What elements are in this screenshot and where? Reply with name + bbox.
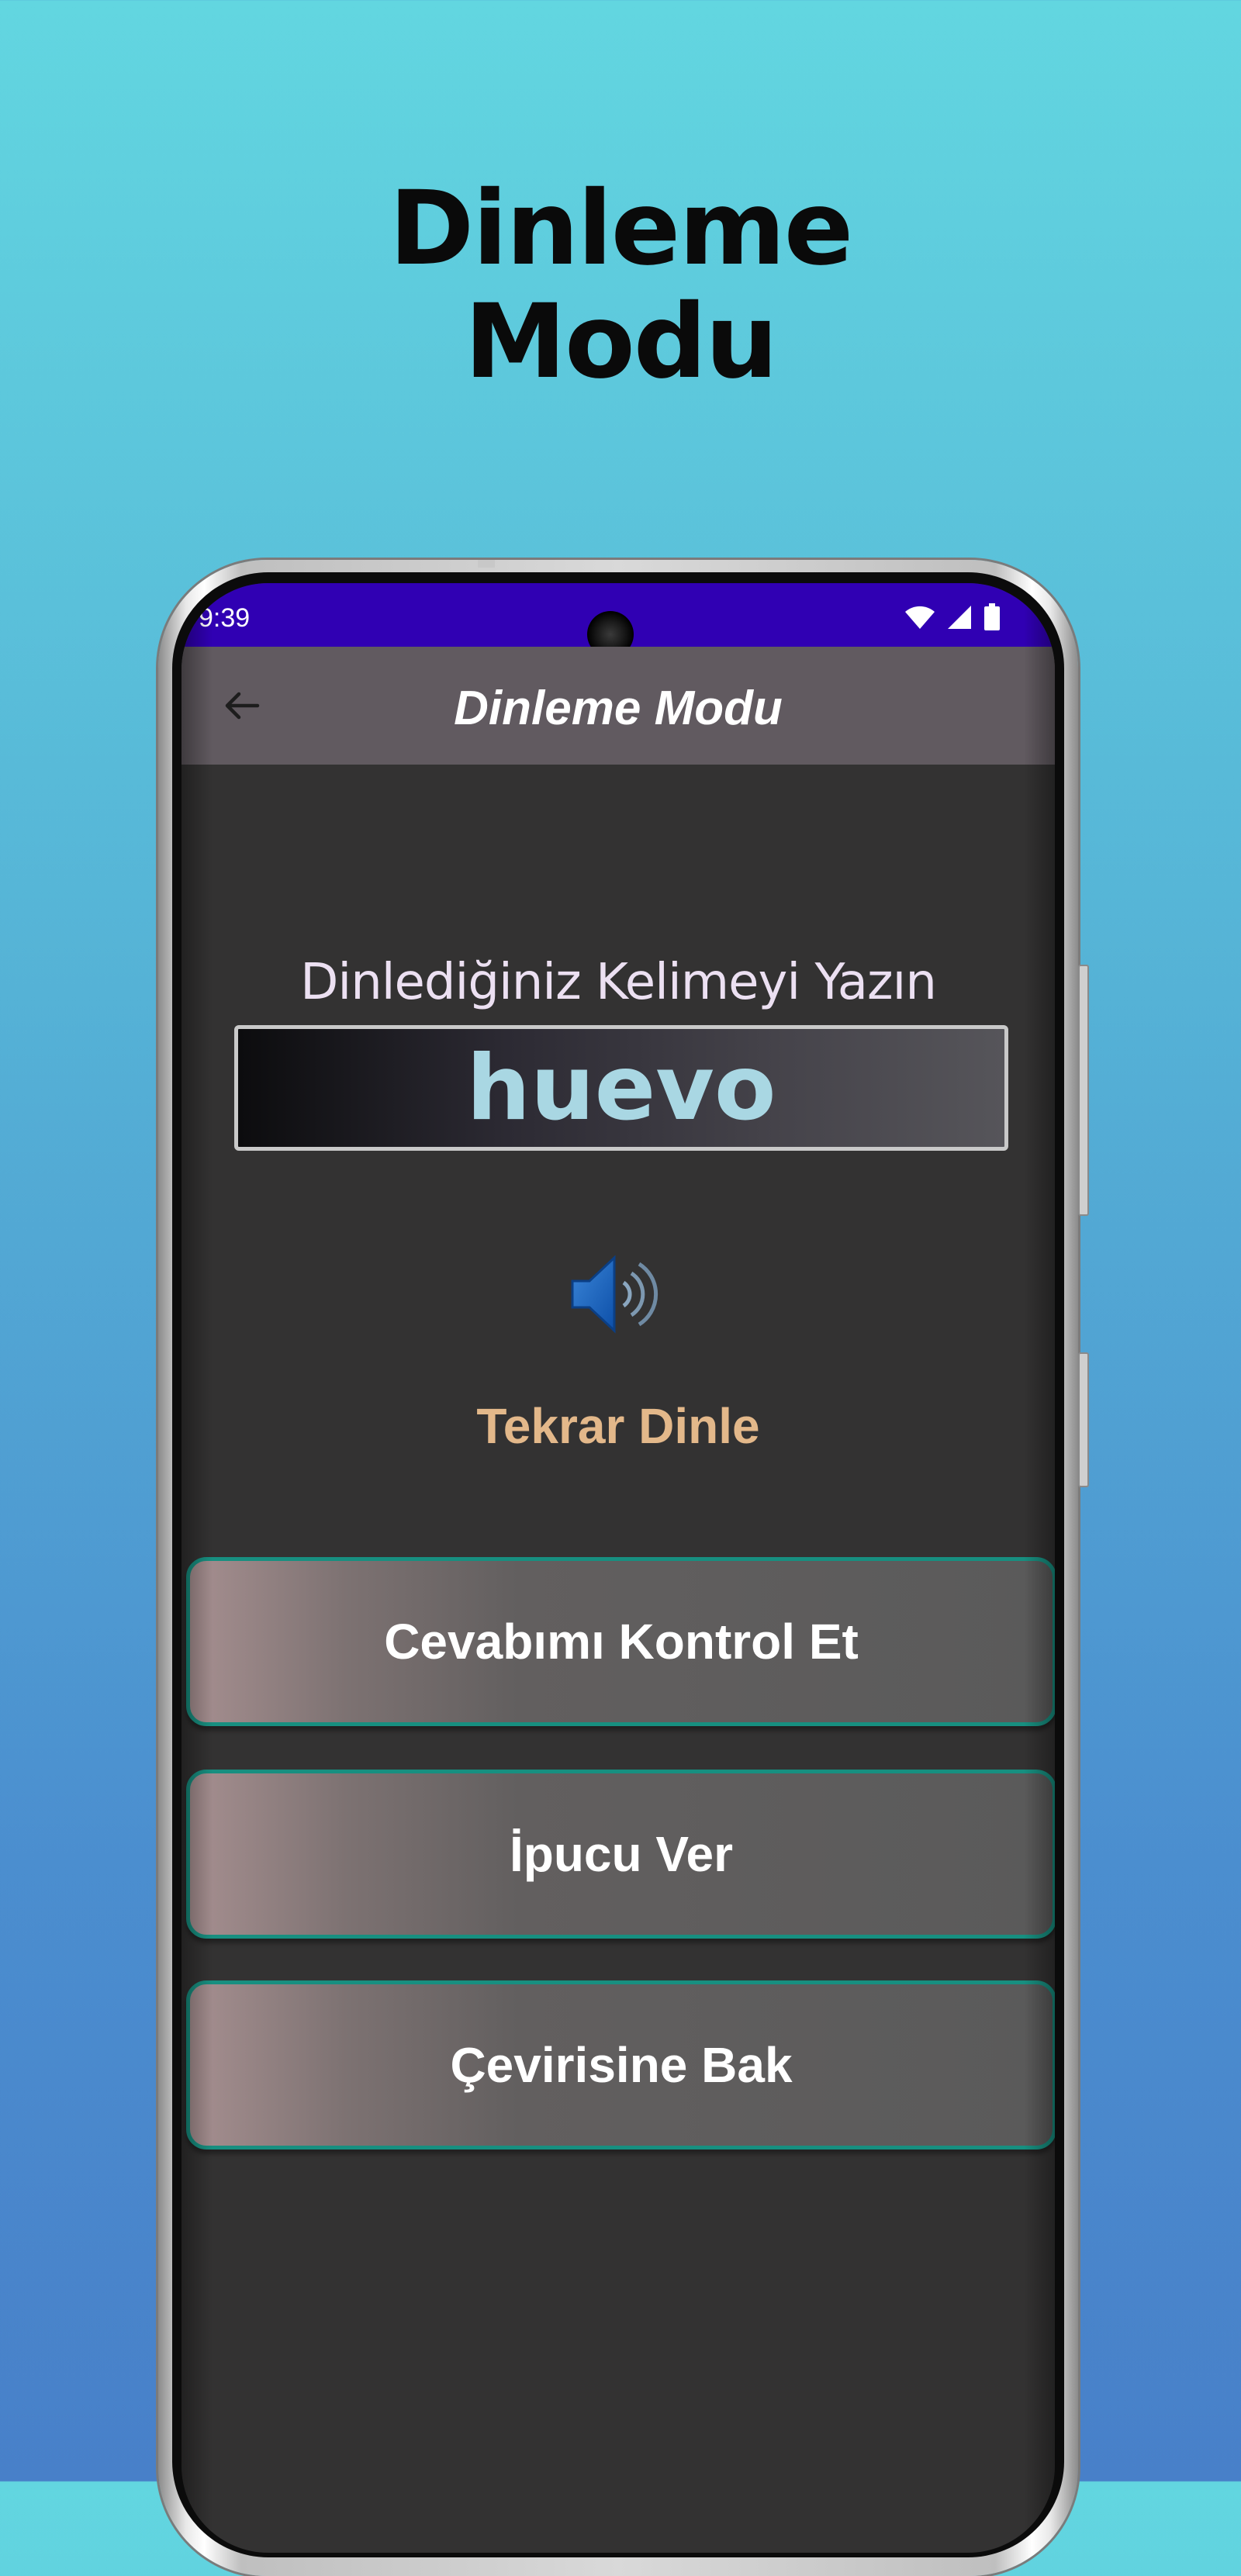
status-time: 9:39: [199, 603, 251, 633]
listen-prompt: Dinlediğiniz Kelimeyi Yazın: [300, 954, 937, 1011]
wifi-icon: [905, 606, 935, 629]
power-button: [1078, 1352, 1089, 1487]
answer-input[interactable]: huevo: [234, 1025, 1008, 1151]
status-icons: [904, 603, 1001, 631]
volume-button: [1078, 965, 1089, 1216]
app-bar: Dinleme Modu: [181, 647, 1055, 765]
promo-title: Dinleme Modu: [0, 172, 1241, 399]
promo-title-line1: Dinleme: [389, 169, 854, 288]
phone-top-seam: [478, 560, 495, 568]
replay-listen-link[interactable]: Tekrar Dinle: [181, 1397, 1055, 1455]
hint-button[interactable]: İpucu Ver: [186, 1770, 1055, 1939]
check-answer-button[interactable]: Cevabımı Kontrol Et: [186, 1557, 1055, 1726]
translation-button[interactable]: Çevirisine Bak: [186, 1980, 1055, 2150]
phone-screen: 9:39 Dinleme Modu Dinlediğiniz Kelimeyi …: [181, 583, 1055, 2553]
speaker-icon[interactable]: [566, 1244, 667, 1345]
signal-icon: [948, 606, 971, 629]
app-bar-title: Dinleme Modu: [454, 682, 783, 735]
promo-title-line2: Modu: [464, 282, 779, 402]
battery-icon: [984, 603, 1000, 630]
